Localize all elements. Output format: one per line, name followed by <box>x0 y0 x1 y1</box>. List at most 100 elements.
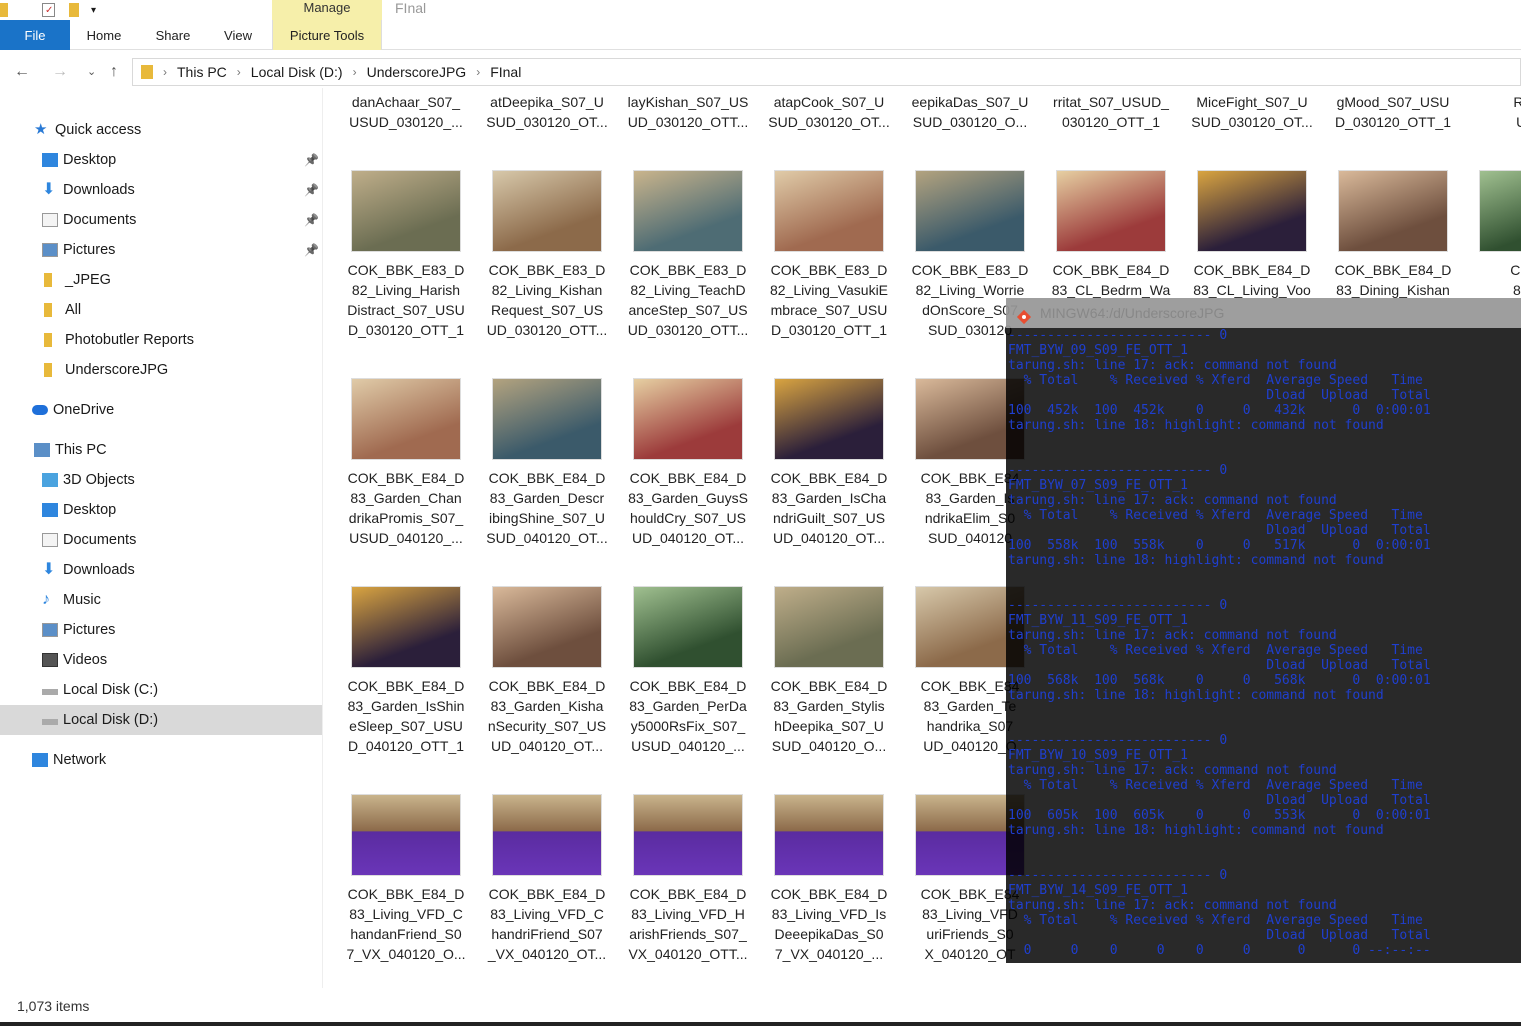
image-thumbnail[interactable] <box>915 170 1025 252</box>
image-thumbnail[interactable] <box>492 586 602 668</box>
file-label-partial[interactable]: rritat_S07_USUD_ 030120_OTT_1 <box>1046 92 1176 132</box>
terminal-window[interactable]: MINGW64:/d/UnderscoreJPG ---------------… <box>1006 298 1521 963</box>
pin-icon[interactable]: 📌 <box>304 145 319 175</box>
file-name: COK_BBK_E84_D 83_Living_VFD_H arishFriends… <box>628 886 748 962</box>
file-label-partial[interactable]: MiceFight_S07_U SUD_030120_OT... <box>1187 92 1317 132</box>
file-name: COK_BBK_E84_D 83_Garden_IsCha ndriGuilt_S0… <box>770 470 888 546</box>
tab-home[interactable]: Home <box>74 20 134 50</box>
image-thumbnail[interactable] <box>633 378 743 460</box>
sidebar-item-desktop[interactable]: Desktop <box>0 495 322 525</box>
image-thumbnail[interactable] <box>774 794 884 876</box>
sidebar-item-jpeg[interactable]: _JPEG <box>0 265 322 295</box>
properties-icon[interactable]: ✓ <box>42 3 55 17</box>
file-label-partial[interactable]: atDeepika_S07_U SUD_030120_OT... <box>482 92 612 132</box>
image-thumbnail[interactable] <box>351 378 461 460</box>
sidebar-item-label: This PC <box>55 442 107 458</box>
tab-picture-tools[interactable]: Picture Tools <box>272 20 382 50</box>
image-thumbnail[interactable] <box>774 586 884 668</box>
sidebar-item-onedrive[interactable]: OneDrive <box>0 395 322 425</box>
tab-file[interactable]: File <box>0 20 70 50</box>
recent-locations-icon[interactable]: ⌄ <box>87 58 96 86</box>
sidebar-item-downloads[interactable]: ⬇ Downloads 📌 <box>0 175 322 205</box>
chevron-right-icon[interactable]: › <box>476 65 480 79</box>
terminal-line: FMT_BYW_11_S09_FE_OTT_1 <box>1008 613 1189 628</box>
file-label-partial[interactable]: eepikaDas_S07_U SUD_030120_O... <box>905 92 1035 132</box>
sidebar-item-network[interactable]: Network <box>0 745 322 775</box>
image-thumbnail[interactable] <box>351 794 461 876</box>
terminal-line: 100 568k 100 568k 0 0 568k 0 0:00:01 <box>1008 673 1431 688</box>
file-label-partial[interactable]: gMood_S07_USU D_030120_OTT_1 <box>1328 92 1458 132</box>
chevron-right-icon[interactable]: › <box>237 65 241 79</box>
image-thumbnail[interactable] <box>492 170 602 252</box>
sidebar-item-local-disk-c[interactable]: Local Disk (C:) <box>0 675 322 705</box>
pin-icon[interactable]: 📌 <box>304 205 319 235</box>
sidebar-item-documents[interactable]: Documents 📌 <box>0 205 322 235</box>
sidebar-item-pictures[interactable]: Pictures <box>0 615 322 645</box>
pin-icon[interactable]: 📌 <box>304 235 319 265</box>
chevron-down-icon[interactable]: ▾ <box>91 5 96 16</box>
sidebar-item-label: All <box>65 302 82 318</box>
sidebar-item-underscorejpg[interactable]: UnderscoreJPG <box>0 355 322 385</box>
sidebar-item-label: Documents <box>63 212 137 228</box>
sidebar-item-downloads[interactable]: ⬇ Downloads <box>0 555 322 585</box>
image-thumbnail[interactable] <box>1479 170 1521 252</box>
sidebar-item-3d-objects[interactable]: 3D Objects <box>0 465 322 495</box>
file-label-partial[interactable]: danAchaar_S07_ USUD_030120_... <box>341 92 471 132</box>
drive-icon <box>42 689 58 695</box>
image-thumbnail[interactable] <box>1338 170 1448 252</box>
drive-icon <box>42 719 58 725</box>
file-label-partial[interactable]: layKishan_S07_US UD_030120_OTT... <box>623 92 753 132</box>
new-folder-icon[interactable] <box>69 3 79 17</box>
image-thumbnail[interactable] <box>774 170 884 252</box>
file-name: COK_BBK_E84_D 83_Garden_Stylis hDeepika_S0… <box>770 678 888 754</box>
sidebar-item-label: Music <box>63 592 101 608</box>
terminal-line: -------------------------- 0 <box>1008 463 1228 478</box>
folder-icon <box>44 333 52 347</box>
tab-share[interactable]: Share <box>144 20 202 50</box>
back-arrow-icon[interactable]: ← <box>14 58 30 86</box>
forward-arrow-icon[interactable]: → <box>52 58 68 86</box>
file-name: COK_BBK_E84_D 83_Garden_GuysS houldCry_S07… <box>628 470 748 546</box>
status-item-count: 1,073 items <box>17 998 90 1014</box>
terminal-line: 100 558k 100 558k 0 0 517k 0 0:00:01 <box>1008 538 1431 553</box>
sidebar-item-quick-access[interactable]: ★ Quick access <box>0 115 322 145</box>
breadcrumb-local-disk-d[interactable]: Local Disk (D:) <box>251 64 343 80</box>
image-thumbnail[interactable] <box>492 378 602 460</box>
breadcrumb-this-pc[interactable]: This PC <box>177 64 227 80</box>
sidebar-item-photobutler-reports[interactable]: Photobutler Reports <box>0 325 322 355</box>
sidebar-item-desktop[interactable]: Desktop 📌 <box>0 145 322 175</box>
breadcrumb-final[interactable]: FInal <box>490 64 521 80</box>
sidebar-item-documents[interactable]: Documents <box>0 525 322 555</box>
image-thumbnail[interactable] <box>1197 170 1307 252</box>
sidebar-item-label: Downloads <box>63 562 135 578</box>
sidebar-item-videos[interactable]: Videos <box>0 645 322 675</box>
address-bar[interactable]: › This PC › Local Disk (D:) › Underscore… <box>132 58 1521 86</box>
terminal-title-bar[interactable]: MINGW64:/d/UnderscoreJPG <box>1006 298 1521 328</box>
sidebar-item-pictures[interactable]: Pictures 📌 <box>0 235 322 265</box>
chevron-right-icon[interactable]: › <box>353 65 357 79</box>
sidebar-item-local-disk-d[interactable]: Local Disk (D:) <box>0 705 322 735</box>
image-thumbnail[interactable] <box>351 586 461 668</box>
file-label-partial[interactable]: atapCook_S07_U SUD_030120_OT... <box>764 92 894 132</box>
sidebar-item-this-pc[interactable]: This PC <box>0 435 322 465</box>
tab-view[interactable]: View <box>212 20 264 50</box>
image-thumbnail[interactable] <box>774 378 884 460</box>
file-label-partial[interactable]: RequeUD_0 <box>1469 92 1521 132</box>
folder-icon[interactable] <box>0 3 8 17</box>
image-thumbnail[interactable] <box>351 170 461 252</box>
folder-icon <box>44 273 52 287</box>
image-thumbnail[interactable] <box>492 794 602 876</box>
pin-icon[interactable]: 📌 <box>304 175 319 205</box>
up-arrow-icon[interactable]: ↑ <box>110 58 118 86</box>
image-thumbnail[interactable] <box>633 170 743 252</box>
file-name: COK_BBK_E83_D 82_Living_TeachD anceStep_S0… <box>627 262 749 338</box>
image-thumbnail[interactable] <box>633 586 743 668</box>
chevron-right-icon[interactable]: › <box>163 65 167 79</box>
terminal-line: tarung.sh: line 17: ack: command not fou… <box>1008 628 1337 643</box>
sidebar-item-all[interactable]: All <box>0 295 322 325</box>
sidebar-item-label: Videos <box>63 652 108 668</box>
image-thumbnail[interactable] <box>1056 170 1166 252</box>
image-thumbnail[interactable] <box>633 794 743 876</box>
sidebar-item-music[interactable]: ♪ Music <box>0 585 322 615</box>
breadcrumb-underscorejpg[interactable]: UnderscoreJPG <box>367 64 467 80</box>
